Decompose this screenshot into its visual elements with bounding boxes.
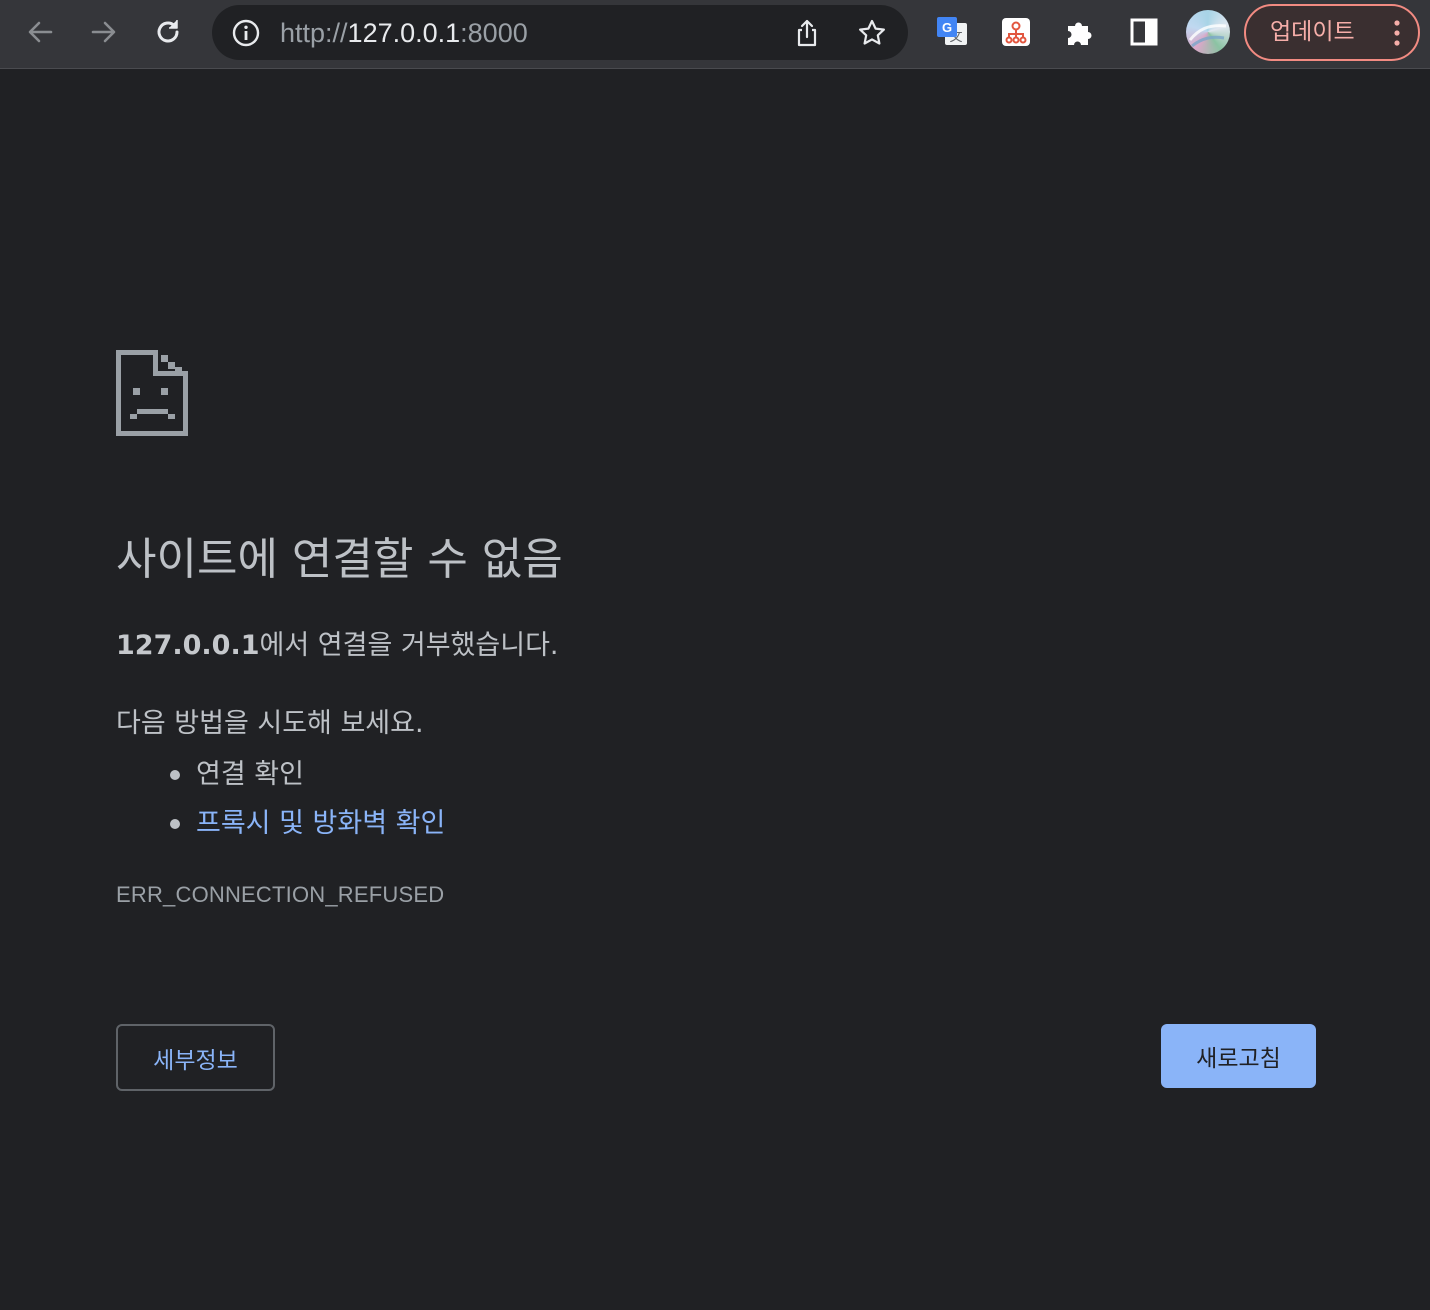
more-vertical-icon[interactable] — [1392, 19, 1402, 47]
svg-text:G: G — [942, 20, 952, 35]
details-button[interactable]: 세부정보 — [116, 1024, 275, 1091]
side-panel-icon — [1130, 18, 1158, 46]
suggestions-heading: 다음 방법을 시도해 보세요. — [116, 708, 424, 739]
puzzle-icon — [1068, 22, 1092, 45]
update-button[interactable]: 업데이트 — [1244, 4, 1420, 61]
arrow-right-icon — [91, 21, 116, 43]
update-button-label: 업데이트 — [1270, 19, 1355, 45]
error-code: ERR_CONNECTION_REFUSED — [116, 882, 445, 907]
profile-avatar[interactable] — [1186, 10, 1230, 54]
suggestion-text: 연결 확인 — [196, 759, 304, 790]
reload-icon — [157, 20, 179, 43]
browser-toolbar: http://127.0.0.1:8000 文 G 업데이트 — [0, 0, 1430, 69]
info-icon — [232, 19, 260, 47]
star-icon — [859, 19, 885, 45]
check-proxy-firewall-link[interactable]: 프록시 및 방화벽 확인 — [196, 808, 445, 839]
avatar-image-icon — [1188, 24, 1227, 48]
sitemap-extension[interactable] — [998, 14, 1034, 50]
forward-button[interactable] — [84, 12, 124, 52]
back-button[interactable] — [20, 12, 60, 52]
suggestions-list: 연결 확인 프록시 및 방화벽 확인 — [116, 750, 445, 848]
reload-page-button[interactable]: 새로고침 — [1161, 1024, 1316, 1088]
extensions-button[interactable] — [1062, 14, 1098, 50]
url-port: :8000 — [460, 18, 528, 48]
url-text[interactable]: http://127.0.0.1:8000 — [280, 17, 528, 49]
google-translate-extension[interactable]: 文 G — [934, 14, 970, 50]
address-bar[interactable]: http://127.0.0.1:8000 — [212, 5, 908, 60]
suggestion-item-check-proxy-firewall: 프록시 및 방화벽 확인 — [116, 799, 445, 848]
url-scheme: http:// — [280, 18, 348, 48]
share-button[interactable] — [790, 16, 824, 50]
reload-button[interactable] — [148, 12, 188, 52]
google-translate-icon: 文 G — [937, 17, 967, 45]
error-description: 127.0.0.1에서 연결을 거부했습니다. — [116, 626, 559, 666]
sitemap-extension-icon — [1002, 18, 1030, 46]
sad-document-icon — [116, 350, 188, 436]
bookmark-button[interactable] — [855, 16, 889, 50]
error-host: 127.0.0.1 — [116, 630, 260, 661]
side-panel-button[interactable] — [1126, 14, 1162, 50]
error-description-text: 에서 연결을 거부했습니다. — [259, 630, 559, 661]
share-icon — [797, 19, 817, 47]
error-title: 사이트에 연결할 수 없음 — [116, 534, 563, 585]
suggestion-item-check-connection: 연결 확인 — [116, 750, 445, 799]
arrow-left-icon — [28, 21, 53, 43]
url-host: 127.0.0.1 — [347, 18, 461, 48]
site-info-button[interactable] — [230, 17, 262, 49]
